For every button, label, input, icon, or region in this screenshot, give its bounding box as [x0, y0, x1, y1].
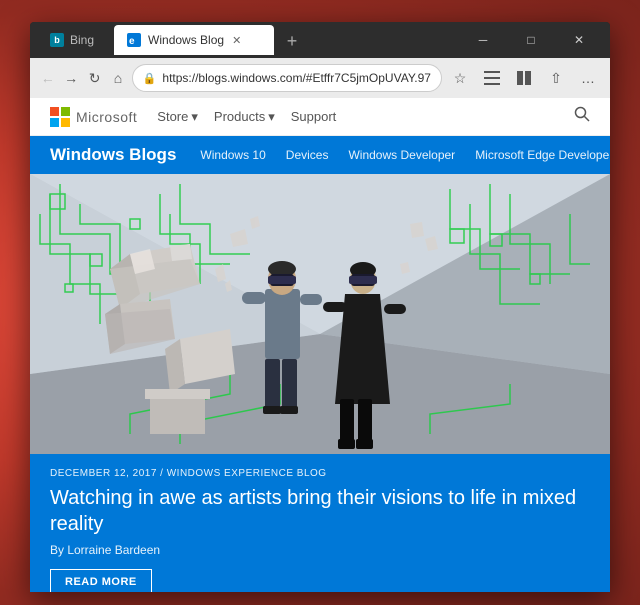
microsoft-nav: Store ▾ Products ▾ Support [157, 109, 554, 125]
close-button[interactable]: ✕ [556, 22, 602, 58]
favorite-button[interactable]: ☆ [446, 64, 474, 92]
hero-title: Watching in awe as artists bring their v… [50, 485, 590, 537]
home-button[interactable]: ⌂ [108, 64, 127, 92]
nav-edge-developer[interactable]: Microsoft Edge Developer [475, 148, 610, 162]
hero-author: By Lorraine Bardeen [50, 543, 590, 557]
windows-blogs-title[interactable]: Windows Blogs [50, 145, 176, 165]
address-bar-actions: ☆ ⇧ … [446, 64, 602, 92]
inactive-tab-title: Bing [70, 33, 94, 47]
back-button[interactable]: ← [38, 64, 57, 92]
ms-logo-red [50, 107, 59, 116]
nav-store[interactable]: Store ▾ [157, 109, 198, 125]
share-button[interactable]: ⇧ [542, 64, 570, 92]
nav-devices[interactable]: Devices [286, 148, 329, 162]
maximize-button[interactable]: □ [508, 22, 554, 58]
address-bar: ← → ↻ ⌂ 🔒 https://blogs.windows.com/#Etf… [30, 58, 610, 98]
microsoft-logo[interactable]: Microsoft [50, 107, 137, 127]
tab-close-button[interactable]: ✕ [230, 32, 243, 49]
nav-windows10[interactable]: Windows 10 [200, 148, 265, 162]
nav-products[interactable]: Products ▾ [214, 109, 275, 125]
forward-button[interactable]: → [61, 64, 80, 92]
nav-windows-developer[interactable]: Windows Developer [348, 148, 455, 162]
window-controls: ─ □ ✕ [460, 22, 602, 58]
inactive-tab[interactable]: b Bing [38, 25, 106, 55]
hero-meta: DECEMBER 12, 2017 / Windows Experience B… [50, 468, 590, 479]
more-button[interactable]: … [574, 64, 602, 92]
tab-area: e Windows Blog ✕ + [114, 25, 460, 55]
reading-view-button[interactable] [510, 64, 538, 92]
products-chevron-icon: ▾ [268, 109, 275, 125]
ms-logo-green [61, 107, 70, 116]
browser-window: b Bing e Windows Blog ✕ + ─ □ ✕ [30, 22, 610, 592]
hero-caption: DECEMBER 12, 2017 / Windows Experience B… [30, 454, 610, 592]
edge-favicon: e [126, 32, 142, 48]
store-chevron-icon: ▾ [191, 109, 198, 125]
active-tab[interactable]: e Windows Blog ✕ [114, 25, 274, 55]
microsoft-logo-text: Microsoft [76, 109, 137, 125]
new-tab-button[interactable]: + [278, 27, 306, 55]
ms-logo-blue [50, 118, 59, 127]
webpage-content: Microsoft Store ▾ Products ▾ Support [30, 98, 610, 592]
nav-support[interactable]: Support [291, 109, 337, 124]
minimize-button[interactable]: ─ [460, 22, 506, 58]
ms-logo-yellow [61, 118, 70, 127]
ms-logo-grid [50, 107, 70, 127]
hub-button[interactable] [478, 64, 506, 92]
microsoft-search[interactable] [574, 106, 590, 127]
title-bar: b Bing e Windows Blog ✕ + ─ □ ✕ [30, 22, 610, 58]
hero-image [30, 174, 610, 454]
read-more-button[interactable]: READ MORE [50, 569, 152, 592]
art-scene [30, 174, 610, 454]
lock-icon: 🔒 [143, 72, 157, 85]
url-text: https://blogs.windows.com/#Etffr7C5jmOpU… [162, 71, 431, 85]
bing-favicon: b [50, 33, 64, 47]
hero-section: DECEMBER 12, 2017 / Windows Experience B… [30, 174, 610, 592]
active-tab-title: Windows Blog [148, 33, 224, 47]
windows-blogs-nav-items: Windows 10 Devices Windows Developer Mic… [200, 148, 610, 162]
url-bar[interactable]: 🔒 https://blogs.windows.com/#Etffr7C5jmO… [132, 64, 442, 92]
hero-date: DECEMBER 12, 2017 [50, 468, 157, 479]
hero-blog-name: Windows Experience Blog [167, 468, 327, 479]
refresh-button[interactable]: ↻ [85, 64, 104, 92]
windows-blogs-nav: Windows Blogs Windows 10 Devices Windows… [30, 136, 610, 174]
title-bar-left: b Bing [38, 25, 106, 55]
microsoft-header: Microsoft Store ▾ Products ▾ Support [30, 98, 610, 136]
svg-text:e: e [129, 36, 135, 47]
